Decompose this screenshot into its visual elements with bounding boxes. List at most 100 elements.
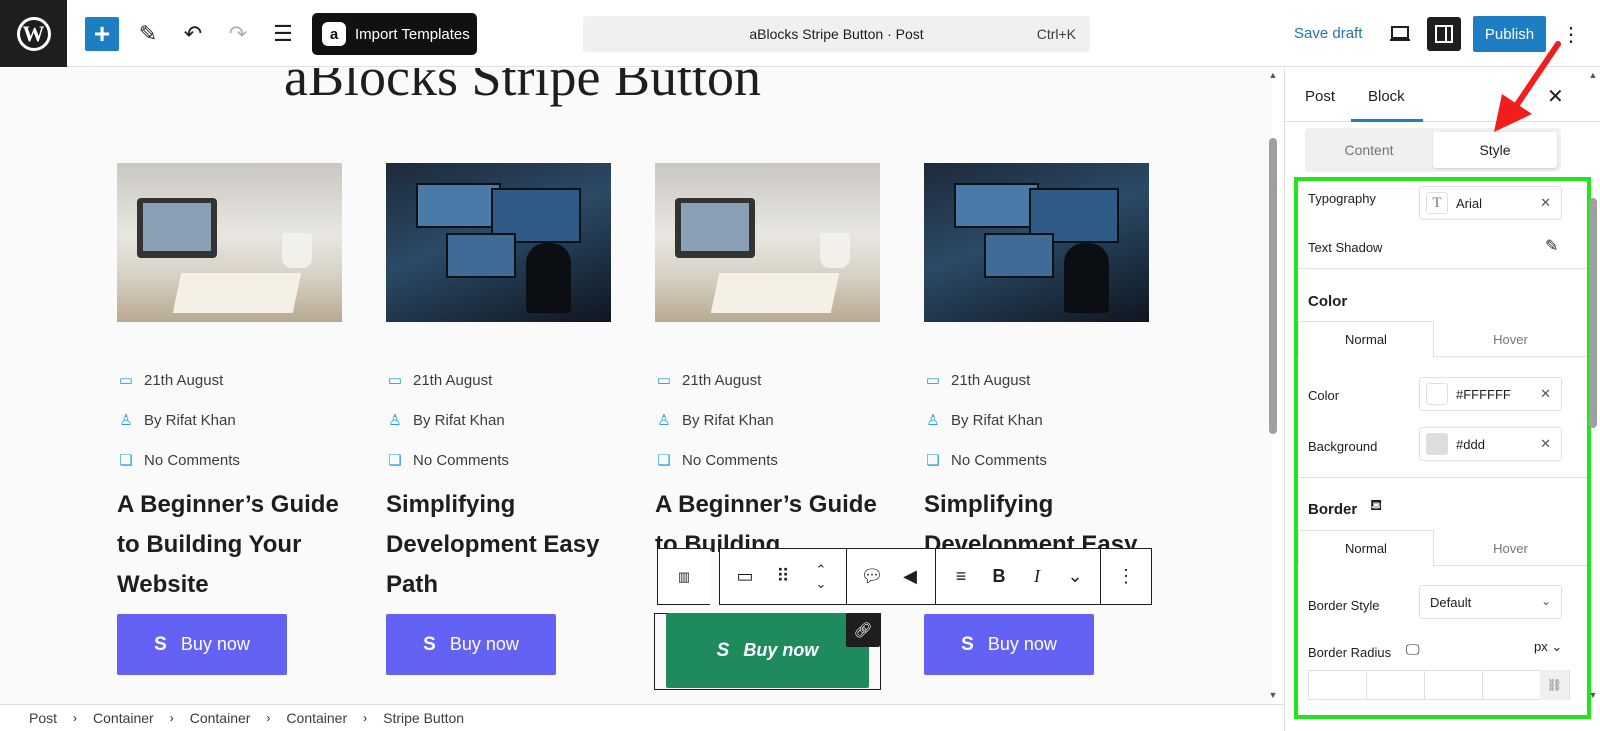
tab-normal[interactable]: Normal bbox=[1298, 530, 1434, 566]
post-author: ♙ By Rifat Khan bbox=[386, 410, 611, 430]
undo-icon[interactable]: ↶ bbox=[176, 17, 210, 51]
breadcrumb-item[interactable]: Container bbox=[190, 710, 251, 726]
color-value: #FFFFFF bbox=[1456, 386, 1511, 402]
breadcrumb-item: Stripe Button bbox=[383, 710, 465, 726]
radius-left-input[interactable] bbox=[1482, 670, 1540, 700]
post-heading[interactable]: Simplifying Development Easy Path bbox=[386, 485, 611, 605]
scroll-up-arrow-icon[interactable]: ▲ bbox=[1586, 70, 1600, 80]
background-value: #ddd bbox=[1456, 436, 1485, 452]
chevron-right-icon: › bbox=[363, 711, 368, 725]
block-type-icon[interactable]: ▭ bbox=[726, 557, 764, 597]
wordpress-logo-icon[interactable]: W bbox=[0, 0, 67, 67]
radius-right-input[interactable] bbox=[1366, 670, 1424, 700]
desktop-icon[interactable]: 🖵︎ bbox=[1406, 641, 1420, 658]
clear-icon[interactable]: ✕ bbox=[1540, 386, 1551, 402]
edit-icon[interactable]: ✎ bbox=[1545, 236, 1558, 256]
divider bbox=[1298, 477, 1587, 478]
border-style-select[interactable]: Default ⌄ bbox=[1419, 585, 1562, 619]
stripe-buy-button[interactable]: S Buy now bbox=[924, 614, 1094, 675]
post-date: ▭ 21th August bbox=[386, 370, 611, 390]
add-block-button[interactable]: + bbox=[85, 17, 119, 51]
post-heading[interactable]: A Beginner’s Guide to Building Your Webs… bbox=[117, 485, 342, 605]
unit-select[interactable]: px ⌄ bbox=[1534, 639, 1562, 655]
sidebar-scrollbar[interactable]: ▲ ▼ bbox=[1586, 68, 1600, 704]
active-tab-indicator bbox=[1351, 119, 1423, 122]
breadcrumb-item[interactable]: Post bbox=[29, 710, 57, 726]
post-title[interactable]: aBlocks Stripe Button bbox=[284, 68, 761, 108]
comments-icon: ❏ bbox=[119, 452, 133, 469]
tab-normal[interactable]: Normal bbox=[1298, 321, 1434, 357]
select-parent-block-button[interactable]: ▥ bbox=[657, 548, 710, 605]
comments-icon: ❏ bbox=[388, 452, 402, 469]
radius-bottom-input[interactable] bbox=[1424, 670, 1482, 700]
block-options-icon[interactable]: ⋮ bbox=[1107, 557, 1145, 597]
text-color-picker[interactable]: #FFFFFF ✕ bbox=[1419, 377, 1562, 411]
comments-text: No Comments bbox=[951, 451, 1047, 469]
paint-bucket-icon[interactable]: ⛾ bbox=[1370, 497, 1382, 516]
comments-text: No Comments bbox=[144, 451, 240, 469]
border-radius-label: Border Radius bbox=[1308, 645, 1392, 660]
scroll-down-arrow-icon[interactable]: ▼ bbox=[1266, 690, 1280, 700]
stripe-buy-button[interactable]: S Buy now bbox=[386, 614, 556, 675]
post-card: ▭ 21th August ♙ By Rifat Khan ❏ No Comments… bbox=[386, 163, 611, 605]
scroll-up-arrow-icon[interactable]: ▲ bbox=[1266, 70, 1280, 80]
command-palette[interactable]: aBlocks Stripe Button · Post Ctrl+K bbox=[583, 16, 1090, 52]
bold-icon[interactable]: B bbox=[980, 557, 1018, 597]
laptop-icon[interactable] bbox=[1383, 17, 1417, 51]
drag-handle-icon[interactable]: ⠿ bbox=[764, 557, 802, 597]
buy-button-label: Buy now bbox=[449, 634, 519, 654]
move-up-down-icon[interactable]: ⌃ ⌄ bbox=[802, 557, 840, 597]
text-shadow-label: Text Shadow bbox=[1308, 240, 1383, 255]
background-color-picker[interactable]: #ddd ✕ bbox=[1419, 427, 1562, 461]
post-date: ▭ 21th August bbox=[924, 370, 1149, 390]
border-radius-inputs: ⛓ bbox=[1308, 670, 1570, 700]
link-icon[interactable]: 🔗︎ bbox=[846, 613, 880, 647]
breadcrumb-item[interactable]: Container bbox=[93, 710, 154, 726]
tab-block[interactable]: Block bbox=[1368, 88, 1405, 105]
chevron-right-icon: › bbox=[266, 711, 271, 725]
author-text: By Rifat Khan bbox=[144, 411, 236, 429]
list-view-icon[interactable]: ☰ bbox=[266, 17, 300, 51]
clear-icon[interactable]: ✕ bbox=[1540, 436, 1551, 452]
tab-hover[interactable]: Hover bbox=[1434, 321, 1587, 357]
color-state-tabs: Normal Hover bbox=[1298, 321, 1587, 357]
redo-icon[interactable]: ↷ bbox=[221, 17, 255, 51]
tab-content[interactable]: Content bbox=[1305, 128, 1433, 172]
clear-icon[interactable]: ✕ bbox=[1540, 195, 1551, 211]
stripe-buy-button[interactable]: S Buy now bbox=[117, 614, 287, 675]
typography-picker[interactable]: T Arial ✕ bbox=[1419, 186, 1562, 220]
post-thumbnail bbox=[655, 163, 880, 322]
radius-top-input[interactable] bbox=[1308, 670, 1366, 700]
align-icon[interactable]: ≡ bbox=[942, 557, 980, 597]
tab-style[interactable]: Style bbox=[1433, 132, 1557, 168]
save-draft-button[interactable]: Save draft bbox=[1294, 25, 1362, 42]
import-templates-button[interactable]: a Import Templates bbox=[312, 13, 477, 55]
pencil-icon[interactable]: ✎ bbox=[131, 17, 165, 51]
color-swatch bbox=[1426, 433, 1448, 455]
scroll-down-arrow-icon[interactable]: ▼ bbox=[1586, 690, 1600, 700]
buy-button-label: Buy now bbox=[987, 634, 1057, 654]
color-label: Color bbox=[1308, 388, 1340, 403]
canvas-scrollbar[interactable]: ▲ ▼ bbox=[1266, 68, 1280, 704]
typography-label: Typography bbox=[1308, 191, 1376, 206]
tab-hover[interactable]: Hover bbox=[1434, 530, 1587, 566]
divider bbox=[1298, 268, 1587, 269]
selected-stripe-buy-button[interactable]: S Buy now bbox=[666, 613, 869, 688]
chevron-down-icon[interactable]: ⌄ bbox=[1056, 557, 1094, 597]
breadcrumb-item[interactable]: Container bbox=[286, 710, 347, 726]
color-swatch bbox=[1426, 383, 1448, 405]
comment-icon[interactable]: 💬︎ bbox=[853, 557, 891, 597]
user-icon: ♙ bbox=[657, 412, 671, 429]
date-text: 21th August bbox=[144, 371, 224, 389]
scrollbar-thumb[interactable] bbox=[1589, 198, 1597, 428]
calendar-icon: ▭ bbox=[925, 372, 941, 389]
sidebar-toggle-icon[interactable] bbox=[1427, 17, 1461, 51]
tab-post[interactable]: Post bbox=[1305, 88, 1335, 105]
scrollbar-thumb[interactable] bbox=[1269, 138, 1277, 434]
post-comments: ❏ No Comments bbox=[655, 450, 880, 470]
stripe-s-icon: S bbox=[154, 633, 167, 655]
link-icon[interactable]: ⛓ bbox=[1540, 670, 1570, 700]
navigation-icon[interactable]: ◀ bbox=[891, 557, 929, 597]
italic-icon[interactable]: I bbox=[1018, 557, 1056, 597]
comments-icon: ❏ bbox=[926, 452, 940, 469]
